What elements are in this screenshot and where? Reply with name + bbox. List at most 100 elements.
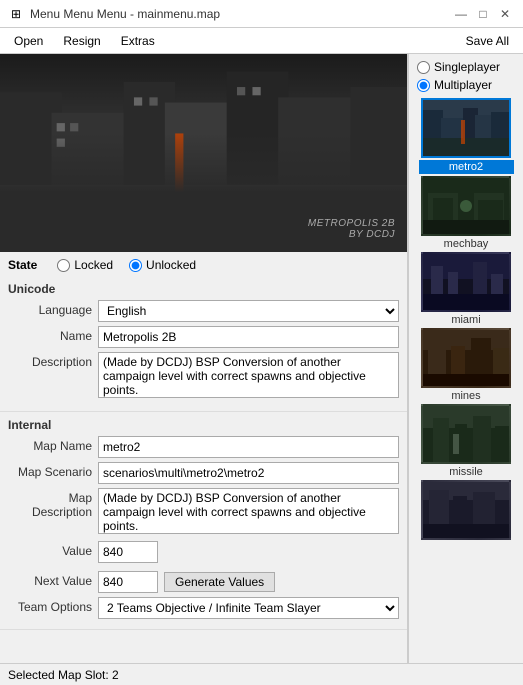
multiplayer-radio[interactable]: [417, 79, 430, 92]
next-value-row: Next Value Generate Values: [8, 571, 399, 593]
map-scenario-row: Map Scenario: [8, 462, 399, 484]
map-thumb-img-metro2: [421, 98, 511, 158]
map-thumb-img-miami: [421, 252, 511, 312]
value-input[interactable]: [98, 541, 158, 563]
title-bar-text: Menu Menu Menu - mainmenu.map: [30, 7, 451, 21]
team-options-label: Team Options: [8, 597, 98, 614]
title-bar: ⊞ Menu Menu Menu - mainmenu.map — □ ✕: [0, 0, 523, 28]
value-row: Value: [8, 541, 399, 567]
menu-extras[interactable]: Extras: [111, 31, 165, 51]
app-icon: ⊞: [8, 6, 24, 22]
last-thumbnail-svg: [423, 482, 509, 538]
description-textarea[interactable]: (Made by DCDJ) BSP Conversion of another…: [98, 352, 399, 398]
map-desc-row: Map Description (Made by DCDJ) BSP Conve…: [8, 488, 399, 537]
locked-radio[interactable]: [57, 259, 70, 272]
state-label: State: [8, 258, 37, 272]
map-desc-textarea[interactable]: (Made by DCDJ) BSP Conversion of another…: [98, 488, 399, 534]
team-options-control: 2 Teams Objective / Infinite Team Slayer…: [98, 597, 399, 619]
unlocked-label[interactable]: Unlocked: [146, 258, 196, 272]
singleplayer-label: Singleplayer: [434, 60, 500, 74]
main-layout: METROPOLIS 2B BY DCDJ State Locked Unloc…: [0, 54, 523, 685]
internal-section: Internal Map Name Map Scenario Map Descr…: [0, 412, 407, 630]
description-row: Description (Made by DCDJ) BSP Conversio…: [8, 352, 399, 401]
singleplayer-radio[interactable]: [417, 61, 430, 74]
name-control: [98, 326, 399, 348]
map-thumb-miami[interactable]: miami: [419, 252, 514, 326]
map-scenario-control: [98, 462, 399, 484]
map-list: metro2 mechbay: [409, 94, 523, 546]
map-preview-scene: METROPOLIS 2B BY DCDJ: [0, 54, 407, 252]
menu-bar: Open Resign Extras Save All: [0, 28, 523, 54]
internal-section-title: Internal: [8, 418, 399, 432]
next-value-control: Generate Values: [98, 571, 275, 593]
close-button[interactable]: ✕: [495, 4, 515, 24]
language-control: English: [98, 300, 399, 322]
map-name-label: Map Name: [8, 436, 98, 453]
map-thumb-label-mines: mines: [419, 390, 514, 402]
language-row: Language English: [8, 300, 399, 322]
minimize-button[interactable]: —: [451, 4, 471, 24]
map-preview-svg: METROPOLIS 2B BY DCDJ: [0, 54, 407, 252]
next-value-label: Next Value: [8, 571, 98, 588]
map-desc-control: (Made by DCDJ) BSP Conversion of another…: [98, 488, 399, 537]
metro2-thumbnail-svg: [423, 100, 509, 156]
map-thumb-label-miami: miami: [419, 314, 514, 326]
map-thumb-metro2[interactable]: metro2: [419, 98, 514, 174]
status-text: Selected Map Slot: 2: [8, 668, 119, 682]
multiplayer-label: Multiplayer: [434, 78, 492, 92]
unlocked-radio[interactable]: [129, 259, 142, 272]
map-thumb-mechbay[interactable]: mechbay: [419, 176, 514, 250]
singleplayer-radio-label[interactable]: Singleplayer: [417, 60, 515, 74]
maximize-button[interactable]: □: [473, 4, 493, 24]
description-control: (Made by DCDJ) BSP Conversion of another…: [98, 352, 399, 401]
svg-text:BY DCDJ: BY DCDJ: [217, 229, 258, 240]
missile-thumbnail-svg: [423, 406, 509, 462]
map-thumb-img-last: [421, 480, 511, 540]
mode-radio-group: Singleplayer Multiplayer: [409, 54, 523, 94]
value-input-row: [98, 541, 158, 563]
language-select[interactable]: English: [98, 300, 399, 322]
left-panel: METROPOLIS 2B BY DCDJ State Locked Unloc…: [0, 54, 408, 685]
map-scenario-input[interactable]: [98, 462, 399, 484]
value-label: Value: [8, 541, 98, 558]
locked-radio-group: Locked: [57, 258, 113, 272]
map-desc-label: Map Description: [8, 488, 98, 519]
map-thumb-label-missile: missile: [419, 466, 514, 478]
generate-values-button[interactable]: Generate Values: [164, 572, 275, 592]
menu-resign[interactable]: Resign: [53, 31, 110, 51]
map-thumb-last[interactable]: [419, 480, 514, 542]
status-bar: Selected Map Slot: 2: [0, 663, 523, 685]
locked-label[interactable]: Locked: [74, 258, 113, 272]
map-thumb-label-mechbay: mechbay: [419, 238, 514, 250]
mines-thumbnail-svg: [423, 330, 509, 386]
language-label: Language: [8, 300, 98, 317]
team-options-select[interactable]: 2 Teams Objective / Infinite Team Slayer…: [98, 597, 399, 619]
map-name-row: Map Name: [8, 436, 399, 458]
menu-open[interactable]: Open: [4, 31, 53, 51]
map-name-control: [98, 436, 399, 458]
name-label: Name: [8, 326, 98, 343]
unicode-section: Unicode Language English Name Descriptio…: [0, 276, 407, 412]
map-name-input[interactable]: [98, 436, 399, 458]
map-thumb-img-mines: [421, 328, 511, 388]
mechbay-thumbnail-svg: [423, 178, 509, 234]
svg-text:METROPOLIS 2B: METROPOLIS 2B: [180, 216, 258, 227]
state-section: State Locked Unlocked: [0, 252, 407, 276]
next-value-input[interactable]: [98, 571, 158, 593]
team-options-row: Team Options 2 Teams Objective / Infinit…: [8, 597, 399, 619]
save-all-button[interactable]: Save All: [456, 31, 519, 51]
name-input[interactable]: [98, 326, 399, 348]
map-thumb-label-metro2: metro2: [419, 160, 514, 174]
multiplayer-radio-label[interactable]: Multiplayer: [417, 78, 515, 92]
right-panel: Singleplayer Multiplayer: [408, 54, 523, 685]
map-thumb-mines[interactable]: mines: [419, 328, 514, 402]
title-bar-controls: — □ ✕: [451, 4, 515, 24]
description-label: Description: [8, 352, 98, 369]
map-thumb-missile[interactable]: missile: [419, 404, 514, 478]
miami-thumbnail-svg: [423, 254, 509, 310]
map-scenario-label: Map Scenario: [8, 462, 98, 479]
map-thumb-img-mechbay: [421, 176, 511, 236]
map-thumb-img-missile: [421, 404, 511, 464]
map-preview: METROPOLIS 2B BY DCDJ: [0, 54, 407, 252]
unlocked-radio-group: Unlocked: [129, 258, 196, 272]
